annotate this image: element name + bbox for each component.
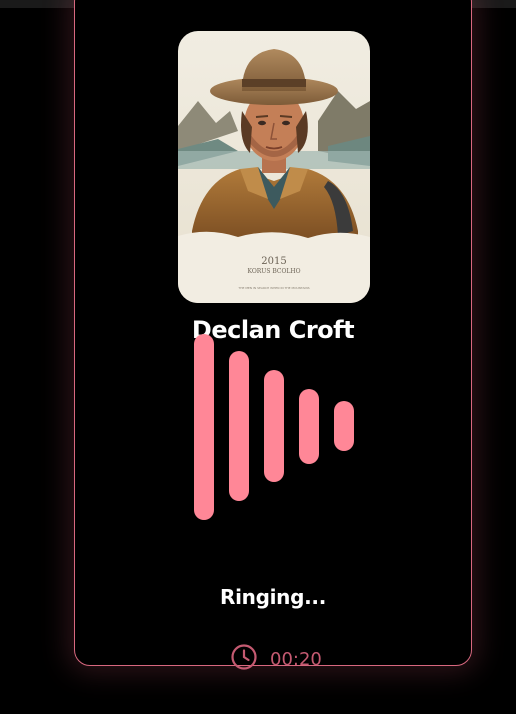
- call-timer: 00:20: [230, 644, 322, 674]
- waveform-bar: [299, 389, 319, 464]
- waveform-bar: [334, 401, 354, 451]
- caller-portrait: 2015 KORUS BCOLHO THE MEN IN SEARCH WHEN…: [178, 31, 370, 303]
- poster-subtitle: KORUS BCOLHO: [248, 268, 301, 275]
- clock-icon: [230, 643, 258, 675]
- waveform-bar: [264, 370, 284, 482]
- waveform-bar: [194, 334, 214, 520]
- timer-value: 00:20: [270, 648, 322, 670]
- poster-fine-print: THE MEN IN SEARCH WHEN IN THE MOUNTAINS: [237, 286, 309, 290]
- caller-name: Declan Croft: [191, 316, 355, 344]
- waveform-bar: [229, 351, 249, 501]
- poster-year: 2015: [261, 256, 286, 267]
- call-status: Ringing...: [219, 585, 326, 609]
